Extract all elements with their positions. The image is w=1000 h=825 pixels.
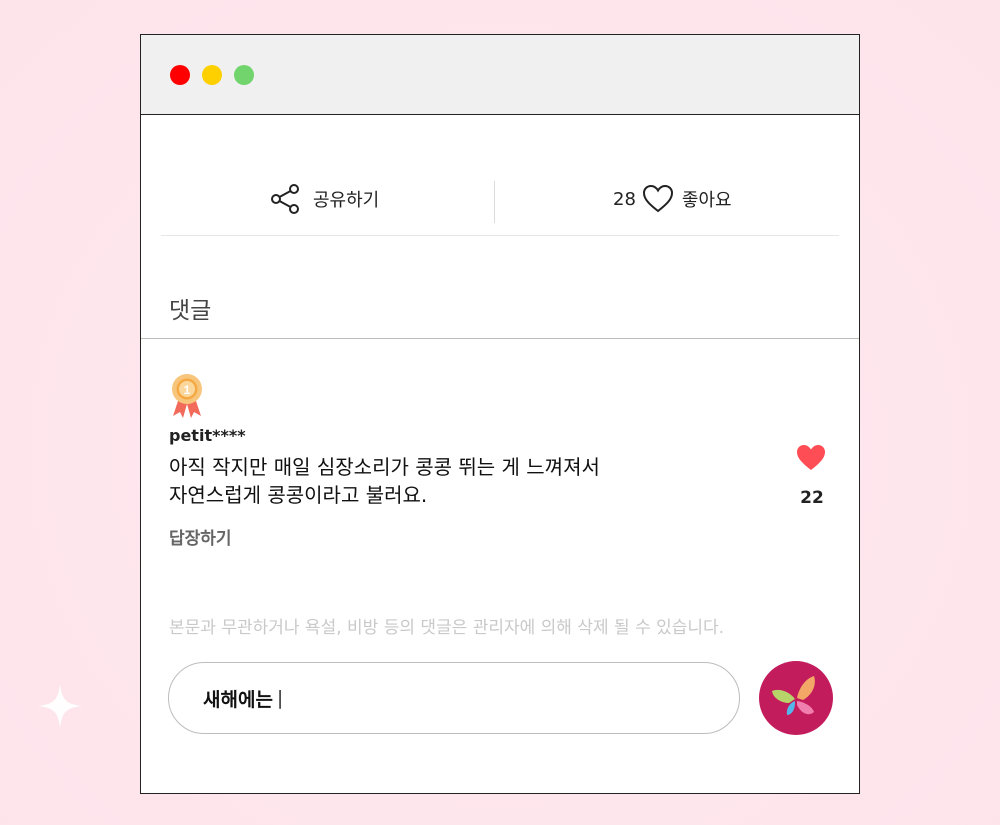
text-caret: |: [276, 687, 284, 709]
sparkle-decoration: [38, 684, 82, 728]
butterfly-icon: [772, 676, 815, 715]
share-label: 공유하기: [313, 190, 380, 211]
app-window: 공유하기 28 좋아요 댓글 1 petit**** 아직 작지만 매일 심장소…: [140, 34, 860, 794]
heart-filled-icon[interactable]: [795, 443, 827, 473]
action-bar: 공유하기 28 좋아요: [161, 175, 839, 236]
maximize-window-button[interactable]: [234, 65, 254, 85]
like-button[interactable]: 28 좋아요: [613, 181, 732, 217]
comment-input-value: 새해에는: [203, 688, 273, 711]
divider: [494, 181, 495, 223]
submit-comment-button[interactable]: [759, 661, 833, 735]
comment-text-line: 자연스럽게 콩콩이라고 불러요.: [169, 483, 428, 507]
comments-heading: 댓글: [169, 298, 212, 324]
first-place-badge-icon: 1: [172, 374, 202, 418]
title-bar: [141, 35, 859, 115]
like-count: 28: [613, 188, 636, 210]
share-button[interactable]: 공유하기: [269, 181, 379, 217]
comment-like-count: 22: [800, 488, 824, 508]
minimize-window-button[interactable]: [202, 65, 222, 85]
close-window-button[interactable]: [170, 65, 190, 85]
comment-text-line: 아직 작지만 매일 심장소리가 콩콩 뛰는 게 느껴져서: [169, 455, 600, 479]
share-icon: [271, 184, 299, 214]
badge-rank: 1: [184, 383, 191, 397]
heart-outline-icon: [642, 184, 673, 213]
comment-text: 아직 작지만 매일 심장소리가 콩콩 뛰는 게 느껴져서 자연스럽게 콩콩이라고…: [169, 453, 729, 509]
comment-input[interactable]: 새해에는 |: [168, 662, 740, 734]
comment-username: petit****: [169, 426, 246, 445]
divider: [141, 338, 859, 339]
comment-policy-notice: 본문과 무관하거나 욕설, 비방 등의 댓글은 관리자에 의해 삭제 될 수 있…: [169, 618, 725, 638]
like-label: 좋아요: [681, 190, 732, 211]
reply-button[interactable]: 답장하기: [169, 524, 232, 549]
